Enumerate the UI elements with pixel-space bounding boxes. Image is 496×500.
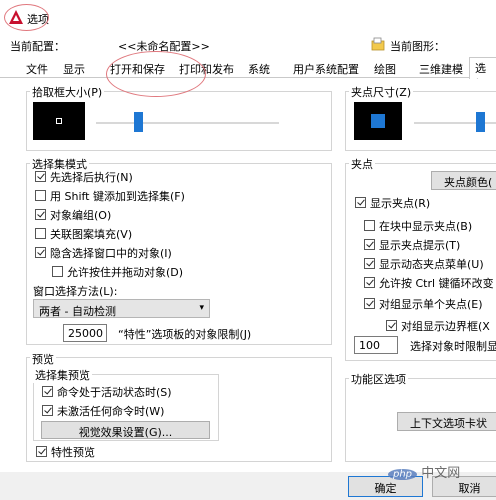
grip-limit-input[interactable]: 100	[354, 336, 398, 354]
selection-mode-checkbox-5[interactable]	[52, 266, 63, 277]
current-profile-label: 当前配置：	[10, 40, 65, 53]
selection-mode-label-4: 隐含选择窗口中的对象(I)	[50, 247, 172, 260]
preview-label-1: 未激活任何命令时(W)	[57, 405, 165, 418]
grips-title: 夹点	[349, 156, 375, 172]
grip-size-title: 夹点尺寸(Z)	[349, 84, 414, 100]
preview-title: 预览	[30, 351, 56, 367]
grip-size-preview	[354, 102, 402, 140]
selection-preview-title: 选择集预览	[33, 367, 92, 383]
grip-size-slider[interactable]	[476, 112, 486, 132]
window-method-label: 窗口选择方法(L):	[33, 285, 118, 298]
grip-option-label-0: 在块中显示夹点(B)	[379, 220, 473, 233]
pickbox-preview	[33, 102, 85, 140]
selection-mode-checkbox-0[interactable]	[35, 171, 46, 182]
tab-bar: 文件 显示 打开和保存 打印和发布 系统 用户系统配置 绘图 三维建模 选择	[0, 57, 496, 79]
tab-files[interactable]: 文件	[21, 59, 53, 78]
selection-mode-checkbox-4[interactable]	[35, 247, 46, 258]
title-bar: 选项	[0, 0, 496, 34]
preview-label-0: 命令处于活动状态时(S)	[57, 386, 172, 399]
grip-option-checkbox-2[interactable]	[364, 258, 375, 269]
current-drawing-label: 当前图形：	[390, 40, 445, 53]
property-preview-checkbox[interactable]	[36, 446, 47, 457]
grip-option-checkbox-3[interactable]	[364, 277, 375, 288]
grip-option-label-4: 对组显示单个夹点(E)	[379, 298, 483, 311]
selection-mode-label-2: 对象编组(O)	[50, 209, 112, 222]
contextual-tab-states-button[interactable]: 上下文选项卡状	[397, 412, 496, 431]
tab-3d-modeling[interactable]: 三维建模	[414, 59, 468, 78]
preview-checkbox-1[interactable]	[42, 405, 53, 416]
show-grips-label: 显示夹点(R)	[370, 197, 431, 210]
window-method-value: 两者 - 自动检测	[39, 305, 116, 318]
ribbon-options-title: 功能区选项	[349, 371, 408, 387]
chevron-down-icon: ▾	[199, 303, 204, 313]
group-bbox-label: 对组显示边界框(X	[401, 320, 490, 333]
selection-mode-checkbox-1[interactable]	[35, 190, 46, 201]
grip-colors-button[interactable]: 夹点颜色(	[431, 171, 496, 190]
properties-limit-label: “特性”选项板的对象限制(J)	[118, 328, 252, 341]
grip-option-label-2: 显示动态夹点菜单(U)	[379, 258, 484, 271]
group-bbox-checkbox[interactable]	[386, 320, 397, 331]
grip-option-checkbox-4[interactable]	[364, 298, 375, 309]
grip-option-label-3: 允许按 Ctrl 键循环改变	[379, 277, 494, 290]
property-preview-label: 特性预览	[51, 446, 95, 459]
grip-option-checkbox-0[interactable]	[364, 220, 375, 231]
preview-checkbox-0[interactable]	[42, 386, 53, 397]
pickbox-title: 拾取框大小(P)	[30, 84, 105, 100]
tab-selection[interactable]: 选择	[469, 57, 496, 79]
grip-option-label-1: 显示夹点提示(T)	[379, 239, 461, 252]
window-title: 选项	[27, 13, 49, 26]
grip-option-checkbox-1[interactable]	[364, 239, 375, 250]
selection-mode-checkbox-3[interactable]	[35, 228, 46, 239]
tab-drafting[interactable]: 绘图	[369, 59, 401, 78]
selection-mode-label-0: 先选择后执行(N)	[50, 171, 133, 184]
selection-mode-checkbox-2[interactable]	[35, 209, 46, 220]
grip-limit-label: 选择对象时限制显	[410, 340, 496, 353]
visual-effect-settings-button[interactable]: 视觉效果设置(G)...	[41, 421, 210, 439]
show-grips-checkbox[interactable]	[355, 197, 366, 208]
window-method-select[interactable]: 两者 - 自动检测 ▾	[33, 299, 210, 318]
autocad-app-icon	[9, 10, 23, 24]
selection-mode-label-5: 允许按住并拖动对象(D)	[67, 266, 184, 279]
watermark-text: 中文网	[421, 466, 461, 481]
pickbox-slider-track	[96, 122, 279, 124]
drawing-file-icon	[371, 37, 385, 51]
pickbox-slider[interactable]	[134, 112, 144, 132]
tab-display[interactable]: 显示	[58, 59, 90, 78]
php-logo: php	[388, 469, 418, 480]
site-watermark: php 中文网	[388, 462, 460, 481]
selection-mode-label-1: 用 Shift 键添加到选择集(F)	[50, 190, 185, 203]
selection-mode-label-3: 关联图案填充(V)	[50, 228, 133, 241]
tab-plot-publish[interactable]: 打印和发布	[174, 59, 239, 78]
properties-limit-input[interactable]: 25000	[63, 324, 107, 342]
tab-system[interactable]: 系统	[243, 59, 275, 78]
tab-open-save[interactable]: 打开和保存	[105, 59, 170, 78]
current-profile-value: <<未命名配置>>	[118, 40, 210, 53]
tab-user-preferences[interactable]: 用户系统配置	[288, 59, 364, 78]
